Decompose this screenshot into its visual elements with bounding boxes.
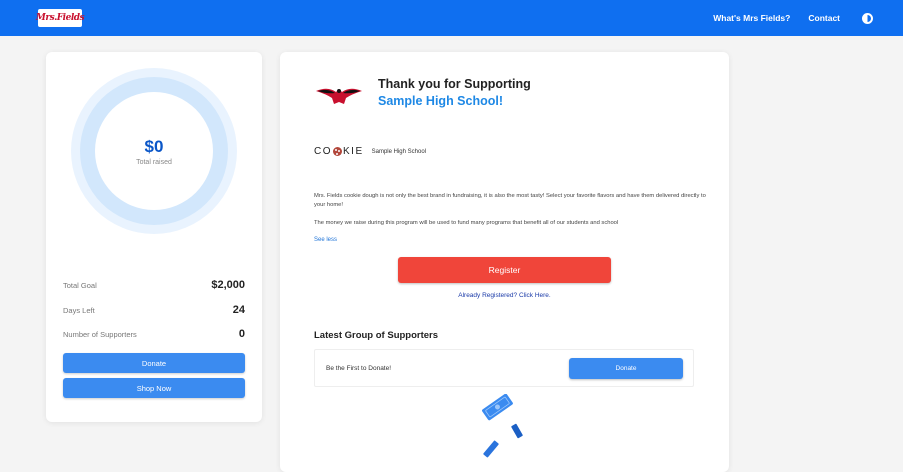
already-registered-link[interactable]: Already Registered? Click Here. (280, 292, 729, 299)
contrast-icon[interactable] (862, 12, 873, 24)
school-name-heading: Sample High School! (378, 94, 504, 108)
progress-ring-track: $0 Total raised (80, 77, 228, 225)
campaign-description: Mrs. Fields cookie dough is not only the… (314, 193, 706, 208)
supporters-donate-button[interactable]: Donate (569, 358, 683, 379)
progress-ring-center: $0 Total raised (95, 92, 213, 210)
total-raised-label: Total raised (136, 158, 172, 166)
stat-value: 0 (238, 328, 245, 340)
campaign-purpose: The money we raise during this program w… (314, 220, 619, 226)
nav-links: What's Mrs Fields? Contact (713, 0, 873, 36)
logo-text: Mrs.Fields (35, 13, 85, 23)
campaign-main-card: Thank you for Supporting Sample High Sch… (280, 52, 729, 472)
fundraiser-summary-card: $0 Total raised Total Goal $2,000 Days L… (46, 52, 262, 422)
sidebar-donate-button[interactable]: Donate (63, 353, 245, 373)
shop-now-button[interactable]: Shop Now (63, 378, 245, 398)
register-button[interactable]: Register (398, 257, 611, 283)
cookie-school-name: Sample High School (371, 148, 426, 155)
stat-label: Number of Supporters (63, 329, 137, 339)
first-to-donate-text: Be the First to Donate! (326, 365, 392, 372)
thank-you-heading: Thank you for Supporting (378, 77, 531, 91)
progress-ring: $0 Total raised (71, 68, 237, 234)
supporters-list: Be the First to Donate! Donate (314, 349, 694, 387)
stat-label: Total Goal (63, 280, 97, 290)
stat-value: $2,000 (211, 279, 245, 291)
cookie-brand-logo: CO KIE Sample High School (314, 146, 426, 157)
supporters-heading: Latest Group of Supporters (314, 330, 439, 341)
stat-label: Days Left (63, 305, 95, 315)
stat-days-left: Days Left 24 (63, 304, 245, 316)
cookie-brand-start: CO (314, 146, 332, 157)
see-less-link[interactable]: See less (314, 237, 337, 243)
nav-whats-mrs-fields[interactable]: What's Mrs Fields? (713, 13, 790, 23)
mrs-fields-logo[interactable]: Mrs.Fields (35, 9, 85, 27)
hawk-mascot-icon (316, 88, 362, 104)
total-raised-amount: $0 (144, 136, 164, 156)
stat-value: 24 (232, 304, 245, 316)
money-illustration-icon (482, 394, 523, 458)
top-navbar: Mrs.Fields What's Mrs Fields? Contact (0, 0, 903, 36)
stat-number-of-supporters: Number of Supporters 0 (63, 328, 245, 340)
cookie-brand-end: KIE (343, 146, 364, 157)
cookie-icon (333, 147, 342, 156)
stat-total-goal: Total Goal $2,000 (63, 279, 245, 291)
nav-contact[interactable]: Contact (808, 13, 840, 23)
